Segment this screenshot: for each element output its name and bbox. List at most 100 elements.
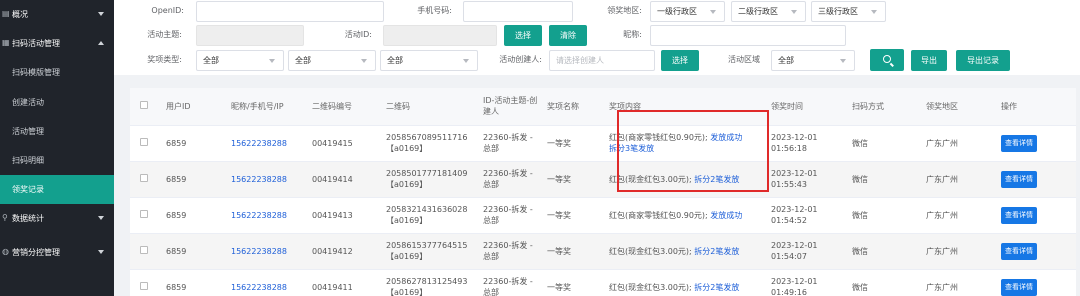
column-header: 操作 <box>997 88 1076 126</box>
select-activity-button[interactable]: 选择 <box>504 25 542 46</box>
sidebar-item-label: 活动管理 <box>12 127 44 136</box>
user-id-cell: 6859 <box>162 125 227 162</box>
prize-split-link[interactable]: 拆分3笔发放 <box>609 143 767 154</box>
view-detail-button[interactable]: 查看详情 <box>1001 170 1037 188</box>
qr-code-cell: 2058627813125493 【a0169】 <box>382 269 479 296</box>
prize-content-cell: 红包(现金红包3.00元); 拆分2笔发放 <box>605 233 767 270</box>
view-detail-button[interactable]: 查看详情 <box>1001 206 1037 224</box>
openid-input[interactable] <box>196 1 384 22</box>
sidebar-item-label: 扫码模版管理 <box>12 68 60 77</box>
prize-status-link[interactable]: 发放成功 <box>710 133 742 142</box>
sidebar-item-risk-control[interactable]: ◍ 营销分控管理 <box>0 238 114 267</box>
phone-link[interactable]: 15622238288 <box>231 175 287 184</box>
export-button[interactable]: 导出 <box>911 50 947 71</box>
prize-name-cell: 一等奖 <box>543 197 605 234</box>
activity-id-theme: 22360-拆发 - <box>483 277 533 286</box>
creator-input[interactable]: 请选择创建人 <box>549 50 655 71</box>
prize-type-select-1[interactable]: 全部 <box>196 50 284 71</box>
prize-content-cell: 红包(现金红包3.00元); 拆分2笔发放 <box>605 161 767 198</box>
prize-time: 01:54:07 <box>771 252 807 261</box>
row-checkbox[interactable] <box>140 173 148 182</box>
sidebar-item-prize-records[interactable]: 领奖记录 <box>0 175 114 204</box>
prize-name-cell: 一等奖 <box>543 233 605 270</box>
phone-input[interactable] <box>463 1 573 22</box>
stats-icon: ⚲ <box>2 213 8 222</box>
prize-status-link[interactable]: 发放成功 <box>710 211 742 220</box>
prize-date: 2023-12-01 <box>771 205 818 214</box>
select-value: 全部 <box>387 56 403 65</box>
activity-id-theme: 22360-拆发 - <box>483 133 533 142</box>
search-button[interactable] <box>870 49 904 71</box>
prize-time-cell: 2023-12-01 01:55:43 <box>767 161 848 198</box>
view-detail-button[interactable]: 查看详情 <box>1001 134 1037 152</box>
prize-date: 2023-12-01 <box>771 241 818 250</box>
caret-down-icon <box>840 59 846 63</box>
sidebar-item-label: 营销分控管理 <box>12 248 60 257</box>
qr-code-tag: 【a0169】 <box>386 252 428 261</box>
qr-code-value: 2058567089511716 <box>386 133 468 142</box>
region-province-select[interactable]: 一级行政区 <box>650 1 725 22</box>
qr-code-tag: 【a0169】 <box>386 144 428 153</box>
export-records-button[interactable]: 导出记录 <box>956 50 1010 71</box>
select-creator-button[interactable]: 选择 <box>661 50 699 71</box>
scan-method-cell: 微信 <box>848 125 922 162</box>
sidebar-item-template[interactable]: 扫码模版管理 <box>0 58 114 87</box>
prize-content-text: 红包(现金红包3.00元); <box>609 282 692 292</box>
region-cell: 广东广州 <box>922 197 997 234</box>
qr-code-value: 2058321431636028 <box>386 205 468 214</box>
prize-split-link[interactable]: 拆分2笔发放 <box>694 175 739 184</box>
row-checkbox[interactable] <box>140 137 148 146</box>
sidebar-item-statistics[interactable]: ⚲ 数据统计 <box>0 204 114 233</box>
sidebar-item-scan-detail[interactable]: 扫码明细 <box>0 146 114 175</box>
activity-id-theme: 22360-拆发 - <box>483 169 533 178</box>
column-header: 领奖地区 <box>922 88 997 126</box>
region-district-select[interactable]: 三级行政区 <box>811 1 886 22</box>
activity-cell: 22360-拆发 - 总部 <box>479 161 543 198</box>
scan-method-cell: 微信 <box>848 161 922 198</box>
select-all-checkbox[interactable] <box>140 100 148 109</box>
activity-cell: 22360-拆发 - 总部 <box>479 197 543 234</box>
prize-split-link[interactable]: 拆分2笔发放 <box>694 247 739 256</box>
activity-creator: 总部 <box>483 252 499 261</box>
select-value: 全部 <box>203 56 219 65</box>
prize-split-link[interactable]: 拆分2笔发放 <box>694 283 739 292</box>
creator-label: 活动创建人: <box>499 55 542 64</box>
column-header: 扫码方式 <box>848 88 922 126</box>
caret-down-icon <box>871 10 877 14</box>
prize-time: 01:55:43 <box>771 180 807 189</box>
prize-content-text: 红包(商家零钱红包0.90元); <box>609 210 708 220</box>
sidebar-item-create[interactable]: 创建活动 <box>0 88 114 117</box>
select-value: 一级行政区 <box>657 7 697 16</box>
prize-type-select-2[interactable]: 全部 <box>288 50 376 71</box>
sidebar-item-manage[interactable]: 活动管理 <box>0 117 114 146</box>
scan-method-cell: 微信 <box>848 197 922 234</box>
row-checkbox[interactable] <box>140 209 148 218</box>
phone-link[interactable]: 15622238288 <box>231 283 287 292</box>
column-header: 用户ID <box>162 88 227 126</box>
search-icon <box>883 55 891 63</box>
sidebar-item-overview[interactable]: ▤ 概况 <box>0 0 114 29</box>
area-select[interactable]: 全部 <box>771 50 855 71</box>
region-city-select[interactable]: 二级行政区 <box>731 1 806 22</box>
table-row: 6859 15622238288 00419411 20586278131254… <box>130 269 1076 296</box>
sidebar-item-scan-activity[interactable]: ▦ 扫码活动管理 <box>0 29 114 58</box>
column-header: 二维码 <box>382 88 479 126</box>
prize-content-cell: 红包(商家零钱红包0.90元); 发放成功 拆分3笔发放 <box>605 125 767 162</box>
column-header: 奖项名称 <box>543 88 605 126</box>
phone-link[interactable]: 15622238288 <box>231 139 287 148</box>
phone-link[interactable]: 15622238288 <box>231 247 287 256</box>
sidebar: ▤ 概况 ▦ 扫码活动管理 扫码模版管理 创建活动 活动管理 扫码明细 领奖记录… <box>0 0 114 296</box>
column-header: ID-活动主题-创建人 <box>479 88 543 126</box>
scan-method-cell: 微信 <box>848 269 922 296</box>
nickname-input[interactable] <box>650 25 846 46</box>
clear-button[interactable]: 清除 <box>549 25 587 46</box>
region-cell: 广东广州 <box>922 269 997 296</box>
prize-type-select-3[interactable]: 全部 <box>380 50 478 71</box>
column-header: 奖项内容 <box>605 88 767 126</box>
phone-link[interactable]: 15622238288 <box>231 211 287 220</box>
prize-content-text: 红包(商家零钱红包0.90元); <box>609 133 708 142</box>
view-detail-button[interactable]: 查看详情 <box>1001 242 1037 260</box>
row-checkbox[interactable] <box>140 281 148 290</box>
row-checkbox[interactable] <box>140 245 148 254</box>
view-detail-button[interactable]: 查看详情 <box>1001 278 1037 296</box>
